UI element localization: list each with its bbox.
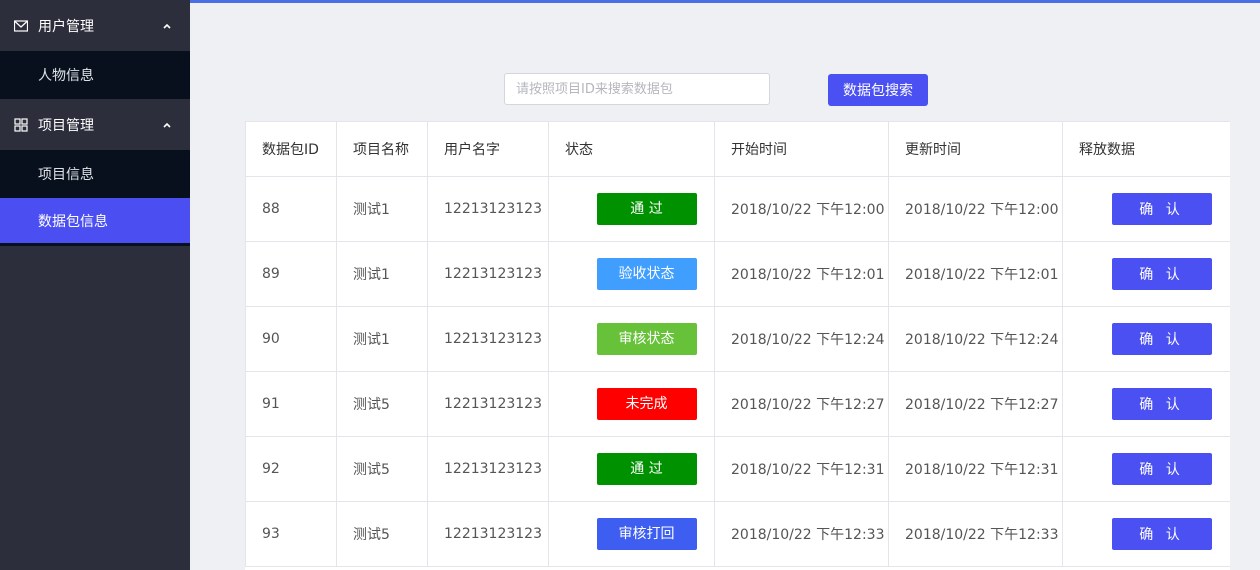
search-input[interactable] (504, 73, 770, 105)
cell-project-name: 测试5 (336, 371, 428, 437)
cell-project-name: 测试1 (336, 176, 428, 242)
cell-status: 审核打回 (548, 501, 715, 567)
cell-release-data: 确 认 (1062, 371, 1230, 437)
cell-project-name: 测试5 (336, 501, 428, 567)
cell-user-name: 12213123123 (427, 501, 549, 567)
cell-update-time: 2018/10/22 下午12:24 (888, 306, 1063, 372)
status-badge: 审核状态 (596, 323, 697, 355)
cell-start-time: 2018/10/22 下午12:01 (714, 241, 889, 307)
column-header: 项目名称 (336, 121, 428, 177)
confirm-button[interactable]: 确 认 (1111, 193, 1212, 225)
confirm-button[interactable]: 确 认 (1111, 323, 1212, 355)
cell-user-name: 12213123123 (427, 436, 549, 502)
chevron-up-icon[interactable] (162, 21, 172, 31)
cell-user-name: 12213123123 (427, 241, 549, 307)
cell-status: 审核状态 (548, 306, 715, 372)
cell-start-time: 2018/10/22 下午12:27 (714, 371, 889, 437)
sidebar-item-label: 项目信息 (38, 167, 94, 183)
cell-update-time: 2018/10/22 下午12:27 (888, 371, 1063, 437)
cell-package-id: 88 (245, 176, 337, 242)
cell-update-time: 2018/10/22 下午12:31 (888, 436, 1063, 502)
sidebar-item-project-info[interactable]: 项目信息 (0, 150, 190, 198)
confirm-button[interactable]: 确 认 (1111, 258, 1212, 290)
column-header: 用户名字 (427, 121, 549, 177)
confirm-button[interactable]: 确 认 (1111, 453, 1212, 485)
sidebar-group-user-management[interactable]: 用户管理 (0, 0, 190, 51)
table-row: 88 测试1 12213123123 通 过 2018/10/22 下午12:00 201… (245, 176, 1230, 242)
sidebar-item-label: 数据包信息 (38, 213, 108, 230)
cell-status: 通 过 (548, 436, 715, 502)
cell-user-name: 12213123123 (427, 371, 549, 437)
sidebar-group-label: 项目管理 (38, 117, 94, 134)
cell-user-name: 12213123123 (427, 176, 549, 242)
cell-release-data: 确 认 (1062, 436, 1230, 502)
cell-status: 通 过 (548, 176, 715, 242)
column-header: 状态 (548, 121, 715, 177)
column-header: 开始时间 (714, 121, 889, 177)
cell-start-time: 2018/10/22 下午12:33 (714, 501, 889, 567)
sidebar-group-label: 用户管理 (38, 18, 94, 35)
cell-update-time: 2018/10/22 下午12:00 (888, 176, 1063, 242)
table-row: 91 测试5 12213123123 未完成 2018/10/22 下午12:27 201… (245, 371, 1230, 437)
sidebar-item-person-info[interactable]: 人物信息 (0, 51, 190, 99)
sidebar: 用户管理 人物信息 项目管理 项目信息 数据包信息 (0, 0, 190, 570)
sidebar-item-label: 人物信息 (38, 68, 94, 84)
cell-project-name: 测试1 (336, 241, 428, 307)
column-header: 释放数据 (1062, 121, 1230, 177)
status-badge: 通 过 (596, 193, 697, 225)
cell-project-name: 测试5 (336, 436, 428, 502)
cell-package-id: 89 (245, 241, 337, 307)
cell-package-id: 92 (245, 436, 337, 502)
mail-icon (14, 19, 28, 32)
status-badge: 未完成 (596, 388, 697, 420)
table-row: 90 测试1 12213123123 审核状态 2018/10/22 下午12:24 20… (245, 306, 1230, 372)
cell-start-time: 2018/10/22 下午12:31 (714, 436, 889, 502)
grid-icon (14, 117, 28, 132)
cell-project-name: 测试1 (336, 306, 428, 372)
cell-release-data: 确 认 (1062, 501, 1230, 567)
status-badge: 通 过 (596, 453, 697, 485)
top-accent-line (190, 0, 1260, 3)
table-row: 92 测试5 12213123123 通 过 2018/10/22 下午12:31 201… (245, 436, 1230, 502)
cell-release-data: 确 认 (1062, 241, 1230, 307)
confirm-button[interactable]: 确 认 (1111, 388, 1212, 420)
cell-release-data: 确 认 (1062, 176, 1230, 242)
cell-status: 验收状态 (548, 241, 715, 307)
cell-user-name: 12213123123 (427, 306, 549, 372)
cell-start-time: 2018/10/22 下午12:24 (714, 306, 889, 372)
table-row: 93 测试5 12213123123 审核打回 2018/10/22 下午12:33 20… (245, 501, 1230, 567)
package-table: 数据包ID 项目名称 用户名字 状态 开始时间 更新时间 释放数据 88 测试1 1… (245, 121, 1230, 570)
status-badge: 审核打回 (596, 518, 697, 550)
cell-start-time: 2018/10/22 下午12:00 (714, 176, 889, 242)
table-header-row: 数据包ID 项目名称 用户名字 状态 开始时间 更新时间 释放数据 (245, 121, 1230, 177)
chevron-up-icon[interactable] (162, 120, 172, 130)
search-button[interactable]: 数据包搜索 (828, 74, 928, 106)
cell-update-time: 2018/10/22 下午12:33 (888, 501, 1063, 567)
cell-status: 未完成 (548, 371, 715, 437)
cell-package-id: 90 (245, 306, 337, 372)
status-badge: 验收状态 (596, 258, 697, 290)
sidebar-item-package-info[interactable]: 数据包信息 (0, 198, 190, 246)
cell-release-data: 确 认 (1062, 306, 1230, 372)
sidebar-group-project-management[interactable]: 项目管理 (0, 99, 190, 150)
column-header: 更新时间 (888, 121, 1063, 177)
cell-package-id: 91 (245, 371, 337, 437)
cell-package-id: 93 (245, 501, 337, 567)
table-row: 89 测试1 12213123123 验收状态 2018/10/22 下午12:01 20… (245, 241, 1230, 307)
confirm-button[interactable]: 确 认 (1111, 518, 1212, 550)
cell-update-time: 2018/10/22 下午12:01 (888, 241, 1063, 307)
column-header: 数据包ID (245, 121, 337, 177)
